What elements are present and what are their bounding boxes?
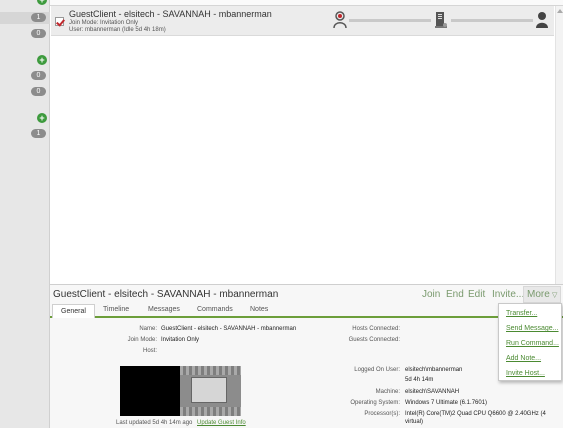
session-count-badge[interactable]: 1 bbox=[31, 129, 46, 138]
name-label: Name: bbox=[139, 326, 157, 332]
menu-item-add-note[interactable]: Add Note... bbox=[506, 355, 541, 362]
processor-label: Processor(s): bbox=[364, 411, 400, 417]
menu-item-send-message[interactable]: Send Message... bbox=[506, 325, 559, 332]
panel-title: GuestClient - elsitech - SAVANNAH - mban… bbox=[53, 289, 279, 300]
processor-value: Intel(R) Core(TM)2 Quad CPU Q6600 @ 2.40… bbox=[405, 411, 546, 417]
session-detail-panel: GuestClient - elsitech - SAVANNAH - mban… bbox=[50, 284, 563, 428]
menu-item-run-command[interactable]: Run Command... bbox=[506, 340, 559, 347]
tab-commands[interactable]: Commands bbox=[197, 306, 233, 313]
connection-line bbox=[451, 19, 533, 22]
edit-button[interactable]: Edit bbox=[468, 289, 485, 300]
session-count-badge[interactable]: 1 bbox=[31, 13, 46, 22]
join-mode-value: Invitation Only bbox=[161, 337, 200, 343]
desktop-icons-row bbox=[180, 407, 241, 416]
tab-timeline[interactable]: Timeline bbox=[103, 306, 129, 313]
add-session-icon[interactable]: + bbox=[37, 55, 47, 65]
guest-user-icon bbox=[333, 11, 347, 29]
guest-screen-thumbnail[interactable] bbox=[120, 366, 241, 416]
join-mode-label: Join Mode: bbox=[127, 337, 157, 343]
hosts-connected-label: Hosts Connected: bbox=[352, 326, 400, 332]
machine-icon bbox=[435, 12, 447, 28]
session-count-badge[interactable]: 0 bbox=[31, 87, 46, 96]
host-label: Host: bbox=[142, 348, 157, 354]
more-button[interactable]: More ▽ bbox=[523, 286, 561, 303]
menu-item-invite-host[interactable]: Invite Host... bbox=[506, 370, 545, 377]
desktop-icons-row bbox=[180, 366, 241, 375]
tab-notes[interactable]: Notes bbox=[250, 306, 268, 313]
machine-label: Machine: bbox=[375, 389, 400, 395]
session-user: User: mbannerman (Idle 5d 4h 18m) bbox=[69, 27, 166, 33]
machine-value: elsitech\SAVANNAH bbox=[405, 389, 460, 395]
session-count-badge[interactable]: 0 bbox=[31, 71, 46, 80]
invite-button[interactable]: Invite... bbox=[492, 289, 524, 300]
preview-window bbox=[191, 377, 227, 403]
guests-connected-label: Guests Connected: bbox=[348, 337, 400, 343]
session-select-checkbox[interactable] bbox=[55, 17, 64, 26]
tab-messages[interactable]: Messages bbox=[148, 306, 180, 313]
session-join-mode: Join Mode: Invitation Only bbox=[69, 20, 139, 26]
logged-on-user-value: elsitech\mbannerman bbox=[405, 367, 463, 373]
detail-tabs: General Timeline Messages Commands Notes bbox=[50, 304, 563, 318]
more-dropdown-menu: Transfer... Send Message... Run Command.… bbox=[498, 303, 562, 381]
app-window: + 1 0 + 0 0 + 1 GuestClient - elsitech -… bbox=[0, 0, 563, 428]
tab-general[interactable]: General bbox=[52, 304, 95, 318]
session-list-scrollbar[interactable] bbox=[555, 6, 563, 286]
end-button[interactable]: End bbox=[446, 289, 464, 300]
logged-on-user-label: Logged On User: bbox=[354, 367, 400, 373]
idle-time-value: 5d 4h 14m bbox=[405, 377, 434, 383]
more-label: More bbox=[527, 289, 550, 300]
session-title: GuestClient - elsitech - SAVANNAH - mban… bbox=[69, 9, 272, 19]
chevron-down-icon: ▽ bbox=[552, 292, 558, 299]
session-row[interactable]: GuestClient - elsitech - SAVANNAH - mban… bbox=[51, 6, 554, 36]
join-button[interactable]: Join bbox=[422, 289, 440, 300]
os-value: Windows 7 Ultimate (6.1.7601) bbox=[405, 400, 488, 406]
name-value: GuestClient - elsitech - SAVANNAH - mban… bbox=[161, 326, 297, 332]
os-label: Operating System: bbox=[350, 400, 400, 406]
processor-value-cont: virtual) bbox=[405, 419, 424, 425]
host-user-icon bbox=[536, 12, 548, 28]
session-count-badge[interactable]: 0 bbox=[31, 29, 46, 38]
menu-item-transfer[interactable]: Transfer... bbox=[506, 310, 537, 317]
last-updated-text: Last updated 5d 4h 14m ago bbox=[116, 420, 193, 426]
desktop-preview bbox=[180, 366, 241, 416]
add-session-icon[interactable]: + bbox=[37, 0, 47, 5]
update-guest-info-link[interactable]: Update Guest Info bbox=[197, 420, 246, 426]
session-group-sidebar: + 1 0 + 0 0 + 1 bbox=[0, 0, 50, 428]
add-session-icon[interactable]: + bbox=[37, 113, 47, 123]
connection-line bbox=[349, 19, 431, 22]
